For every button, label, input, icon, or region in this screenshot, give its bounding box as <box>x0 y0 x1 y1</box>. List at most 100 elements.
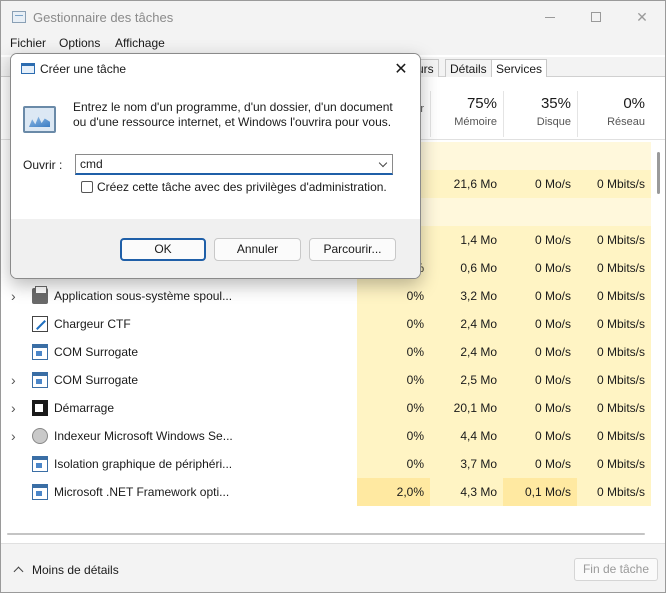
dialog-description: Entrez le nom d'un programme, d'un dossi… <box>73 100 393 129</box>
maximize-icon <box>591 12 601 22</box>
process-cpu: 2,0% <box>357 478 430 506</box>
process-mem: 4,3 Mo <box>430 478 503 506</box>
process-disk: 0 Mo/s <box>503 394 577 422</box>
table-row[interactable]: Chargeur CTF 0% 2,4 Mo 0 Mo/s 0 Mbits/s <box>1 310 651 338</box>
process-cpu: 0% <box>357 282 430 310</box>
close-icon: ✕ <box>394 61 408 78</box>
window-process-icon <box>32 372 48 388</box>
open-label: Ouvrir : <box>23 158 63 172</box>
process-disk <box>503 142 577 170</box>
end-task-button[interactable]: Fin de tâche <box>574 558 658 581</box>
process-net: 0 Mbits/s <box>577 226 651 254</box>
process-name: Application sous-système spoul... <box>54 289 233 303</box>
tab-details[interactable]: Détails <box>445 59 492 77</box>
process-name: Isolation graphique de périphéri... <box>54 457 233 471</box>
table-row[interactable]: Microsoft .NET Framework opti... 2,0% 4,3 … <box>1 478 651 506</box>
process-mem: 3,7 Mo <box>430 450 503 478</box>
process-disk: 0 Mo/s <box>503 254 577 282</box>
process-cpu: 0% <box>357 394 430 422</box>
process-disk: 0,1 Mo/s <box>503 478 577 506</box>
window-process-icon <box>32 456 48 472</box>
checkbox-box[interactable] <box>81 181 93 193</box>
process-disk: 0 Mo/s <box>503 310 577 338</box>
expand-chevron-icon[interactable]: › <box>11 366 16 394</box>
menu-affichage[interactable]: Affichage <box>115 36 165 50</box>
process-cpu: 0% <box>357 338 430 366</box>
dialog-title-bar[interactable]: Créer une tâche ✕ <box>11 54 420 84</box>
expand-chevron-icon[interactable]: › <box>11 282 16 310</box>
process-net: 0 Mbits/s <box>577 450 651 478</box>
admin-privileges-checkbox[interactable]: Créez cette tâche avec des privilèges d'… <box>81 180 387 194</box>
process-net: 0 Mbits/s <box>577 254 651 282</box>
close-button[interactable]: ✕ <box>619 1 665 33</box>
open-combobox[interactable] <box>75 154 393 175</box>
table-row[interactable]: Isolation graphique de périphéri... 0% 3,7… <box>1 450 651 478</box>
process-net: 0 Mbits/s <box>577 422 651 450</box>
cancel-button[interactable]: Annuler <box>214 238 301 261</box>
column-header-memory[interactable]: 75% Mémoire <box>430 91 503 137</box>
chevron-up-icon <box>13 566 24 577</box>
column-header-disk[interactable]: 35% Disque <box>503 91 577 137</box>
table-row[interactable]: › Indexeur Microsoft Windows Se... 0% 4,4 M… <box>1 422 651 450</box>
start-process-icon <box>32 400 48 416</box>
window-process-icon <box>32 344 48 360</box>
disk-total: 35% <box>540 95 571 112</box>
process-disk: 0 Mo/s <box>503 422 577 450</box>
less-details-button[interactable]: Moins de détails <box>13 563 119 577</box>
table-row[interactable]: › Application sous-système spoul... 0% 3,2 … <box>1 282 651 310</box>
close-icon: ✕ <box>636 8 648 25</box>
process-mem: 21,6 Mo <box>430 170 503 198</box>
process-mem <box>430 198 503 226</box>
menu-fichier[interactable]: Fichier <box>10 36 46 50</box>
expand-chevron-icon[interactable]: › <box>11 394 16 422</box>
ok-button[interactable]: OK <box>120 238 206 261</box>
maximize-button[interactable] <box>573 1 619 33</box>
dialog-title: Créer une tâche <box>40 62 127 76</box>
process-name: Indexeur Microsoft Windows Se... <box>54 429 233 443</box>
vertical-scroll-thumb[interactable] <box>657 152 660 194</box>
process-disk: 0 Mo/s <box>503 450 577 478</box>
process-cpu: 0% <box>357 422 430 450</box>
browse-button[interactable]: Parcourir... <box>309 238 396 261</box>
process-name: Chargeur CTF <box>54 317 131 331</box>
horizontal-scroll-thumb[interactable] <box>7 533 645 535</box>
menu-options[interactable]: Options <box>59 36 100 50</box>
open-input[interactable] <box>76 155 366 173</box>
title-bar[interactable]: Gestionnaire des tâches ✕ <box>1 1 665 33</box>
ctf-process-icon <box>32 316 48 332</box>
expand-chevron-icon[interactable]: › <box>11 422 16 450</box>
process-net: 0 Mbits/s <box>577 366 651 394</box>
network-label: Réseau <box>607 116 645 128</box>
process-net <box>577 198 651 226</box>
memory-total: 75% <box>466 95 497 112</box>
vertical-scrollbar[interactable] <box>653 140 665 526</box>
network-total: 0% <box>623 95 645 112</box>
admin-privileges-label: Créez cette tâche avec des privilèges d'… <box>97 180 387 194</box>
process-cpu: 0% <box>357 310 430 338</box>
process-net: 0 Mbits/s <box>577 310 651 338</box>
horizontal-scrollbar[interactable] <box>1 528 651 540</box>
create-task-dialog: Créer une tâche ✕ Entrez le nom d'un pro… <box>10 53 421 279</box>
tab-services[interactable]: Services <box>491 59 548 77</box>
table-row[interactable]: › COM Surrogate 0% 2,5 Mo 0 Mo/s 0 Mbits/s <box>1 366 651 394</box>
table-row[interactable]: COM Surrogate 0% 2,4 Mo 0 Mo/s 0 Mbits/s <box>1 338 651 366</box>
process-mem: 4,4 Mo <box>430 422 503 450</box>
process-net: 0 Mbits/s <box>577 478 651 506</box>
process-disk: 0 Mo/s <box>503 170 577 198</box>
column-header-network[interactable]: 0% Réseau <box>577 91 651 137</box>
process-disk: 0 Mo/s <box>503 338 577 366</box>
process-name: COM Surrogate <box>54 373 139 387</box>
process-name: Microsoft .NET Framework opti... <box>54 485 230 499</box>
process-name: COM Surrogate <box>54 345 139 359</box>
footer-bar: Moins de détails Fin de tâche <box>1 543 665 592</box>
menu-bar: Fichier Options Affichage <box>1 33 665 55</box>
process-disk: 0 Mo/s <box>503 282 577 310</box>
process-net <box>577 142 651 170</box>
printer-process-icon <box>32 286 48 304</box>
dialog-close-button[interactable]: ✕ <box>390 58 412 80</box>
table-row[interactable]: › Démarrage 0% 20,1 Mo 0 Mo/s 0 Mbits/s <box>1 394 651 422</box>
process-mem: 2,4 Mo <box>430 310 503 338</box>
chevron-down-icon[interactable] <box>378 158 388 168</box>
minimize-button[interactable] <box>527 1 573 33</box>
process-net: 0 Mbits/s <box>577 338 651 366</box>
